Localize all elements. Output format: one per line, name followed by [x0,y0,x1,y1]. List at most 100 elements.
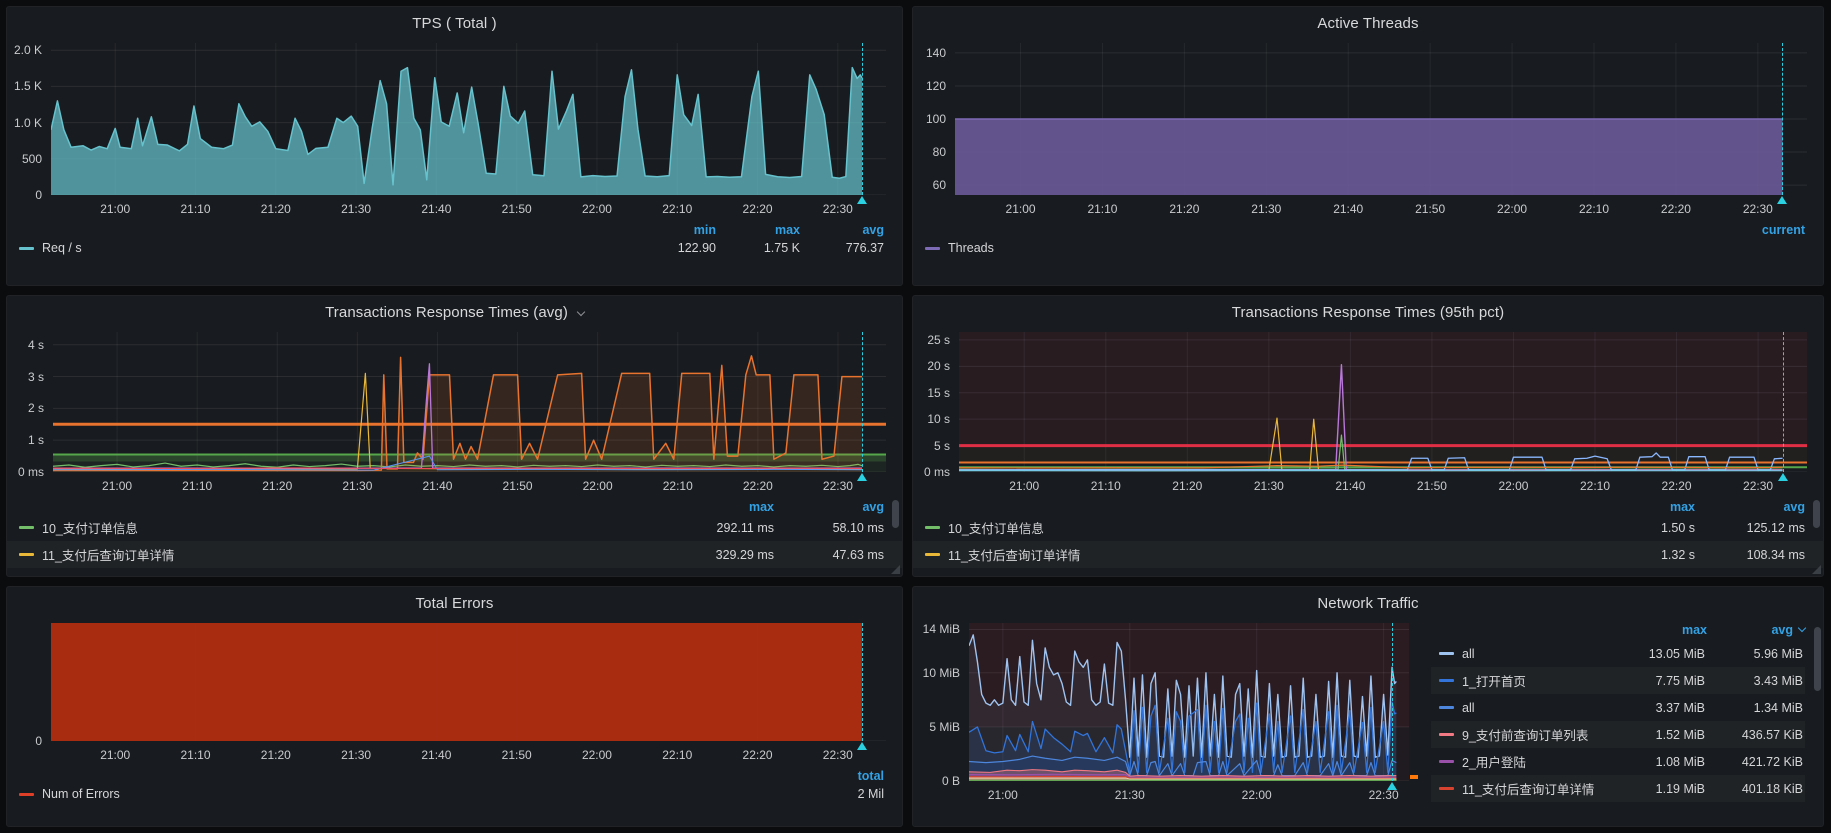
legend-header-total[interactable]: total [814,769,884,783]
rt-95-x-axis: 21:0021:1021:2021:3021:4021:5022:0022:10… [959,472,1807,496]
reqs-avg-value: 776.37 [800,241,884,255]
errors-chart[interactable] [51,623,886,741]
y-tick-label: 0 ms [18,465,44,479]
x-tick-label: 21:00 [988,788,1018,802]
x-tick-label: 21:10 [182,479,212,493]
x-tick-label: 21:50 [503,479,533,493]
series-name-10[interactable]: 10_支付订单信息 [42,518,138,537]
panel-header-net[interactable]: Network Traffic [913,587,1823,613]
x-tick-label: 22:30 [1743,202,1773,216]
legend-row-all-1: all 13.05 MiB 5.96 MiB [1431,640,1805,667]
x-tick-label: 22:30 [1369,788,1399,802]
x-tick-label: 21:40 [421,748,451,762]
threads-legend-header: current [913,223,1823,237]
panel-active-threads: Active Threads 6080100120140 21:0021:102… [912,6,1824,286]
legend-scrollbar[interactable] [892,500,899,528]
legend-header-avg[interactable]: avg [800,223,884,237]
x-tick-label: 21:30 [342,479,372,493]
x-tick-label: 21:40 [421,202,451,216]
all2-avg-value: 1.34 MiB [1705,701,1803,715]
y-tick-label: 120 [926,79,946,93]
dashboard-grid: TPS ( Total ) 05001.0 K1.5 K2.0 K 21:002… [0,0,1831,833]
series-name-11[interactable]: 11_支付后查询订单详情 [948,545,1080,564]
panel-header-tps[interactable]: TPS ( Total ) [7,7,902,33]
series-name-reqs[interactable]: Req / s [42,241,82,255]
errors-y-axis: 05 K10 K15 K [7,623,51,741]
threads-chart[interactable] [955,43,1807,195]
current-time-marker [862,332,863,472]
series-name-10[interactable]: 10_支付订单信息 [948,518,1044,537]
current-time-marker [862,43,863,195]
y-tick-label: 0 B [942,774,960,788]
x-tick-label: 21:00 [100,202,130,216]
x-tick-label: 22:00 [1498,479,1528,493]
x-tick-label: 22:20 [1661,202,1691,216]
chevron-down-icon[interactable] [577,308,585,316]
legend-row-reqs: Req / s 122.90 1.75 K 776.37 [7,237,902,259]
current-time-marker [1392,623,1393,781]
x-tick-label: 21:20 [1169,202,1199,216]
series-name-all2[interactable]: all [1462,701,1607,715]
panel-resize-handle[interactable] [891,565,900,574]
series-dash-10 [925,526,940,529]
series-dash-reqs [19,247,34,250]
legend-header-avg-sort[interactable]: avg [1707,623,1805,637]
legend-scrollbar[interactable] [1814,627,1821,691]
legend-scrollbar[interactable] [1813,500,1820,528]
legend-header-avg[interactable]: avg [1695,500,1805,514]
series-name-order-detail[interactable]: 11_支付后查询订单详情 [1462,779,1607,798]
rt-95-chart[interactable] [959,332,1807,472]
series-name-homepage[interactable]: 1_打开首页 [1462,671,1607,690]
legend-header-min[interactable]: min [632,223,716,237]
y-tick-label: 0 ms [924,465,950,479]
legend-header-max[interactable]: max [1585,500,1695,514]
net-legend-header: max avg [1431,623,1805,637]
x-tick-label: 21:50 [1417,479,1447,493]
x-tick-label: 22:20 [743,202,773,216]
row10-max-value: 1.50 s [1585,521,1695,535]
y-tick-label: 3 s [28,370,44,384]
panel-header-rt-95[interactable]: Transactions Response Times (95th pct) [913,296,1823,322]
y-tick-label: 5 s [934,439,950,453]
legend-row-10: 10_支付订单信息 292.11 ms 58.10 ms [7,514,902,541]
series-name-all[interactable]: all [1462,647,1607,661]
rt-avg-chart[interactable] [53,332,886,472]
x-tick-label: 22:00 [583,479,613,493]
panel-header-threads[interactable]: Active Threads [913,7,1823,33]
x-tick-label: 21:20 [262,479,292,493]
y-tick-label: 10 s [927,412,950,426]
legend-header-avg[interactable]: avg [774,500,884,514]
series-dash-10 [19,526,34,529]
rt-avg-legend: max avg 10_支付订单信息 292.11 ms 58.10 ms 11_… [7,496,902,568]
threshold-handle-icon[interactable] [1410,775,1418,779]
row11-max-value: 329.29 ms [664,548,774,562]
row10-max-value: 292.11 ms [664,521,774,535]
panel-title-rt-avg: Transactions Response Times (avg) [325,304,568,321]
series-name-errors[interactable]: Num of Errors [42,787,120,801]
panel-header-rt-avg[interactable]: Transactions Response Times (avg) [7,296,902,322]
legend-header-max[interactable]: max [1609,623,1707,637]
tps-chart[interactable] [51,43,886,195]
panel-title-errors: Total Errors [416,595,494,612]
current-time-marker [1783,332,1784,472]
x-tick-label: 22:30 [823,479,853,493]
x-tick-label: 21:10 [1087,202,1117,216]
series-dash-all [1439,652,1454,655]
net-chart[interactable] [969,623,1409,781]
series-name-threads[interactable]: Threads [948,241,994,255]
x-tick-label: 22:10 [1580,479,1610,493]
y-tick-label: 1.0 K [14,116,42,130]
legend-header-current[interactable]: current [1721,223,1805,237]
legend-header-max[interactable]: max [664,500,774,514]
x-tick-label: 22:30 [1743,479,1773,493]
series-name-login[interactable]: 2_用户登陆 [1462,752,1607,771]
series-name-order-list[interactable]: 9_支付前查询订单列表 [1462,725,1607,744]
panel-header-errors[interactable]: Total Errors [7,587,902,613]
y-tick-label: 80 [933,145,946,159]
panel-resize-handle[interactable] [1812,565,1821,574]
legend-header-max[interactable]: max [716,223,800,237]
series-name-11[interactable]: 11_支付后查询订单详情 [42,545,174,564]
y-tick-label: 0 [35,188,42,202]
series-dash-11 [925,553,940,556]
series-dash-11 [19,553,34,556]
